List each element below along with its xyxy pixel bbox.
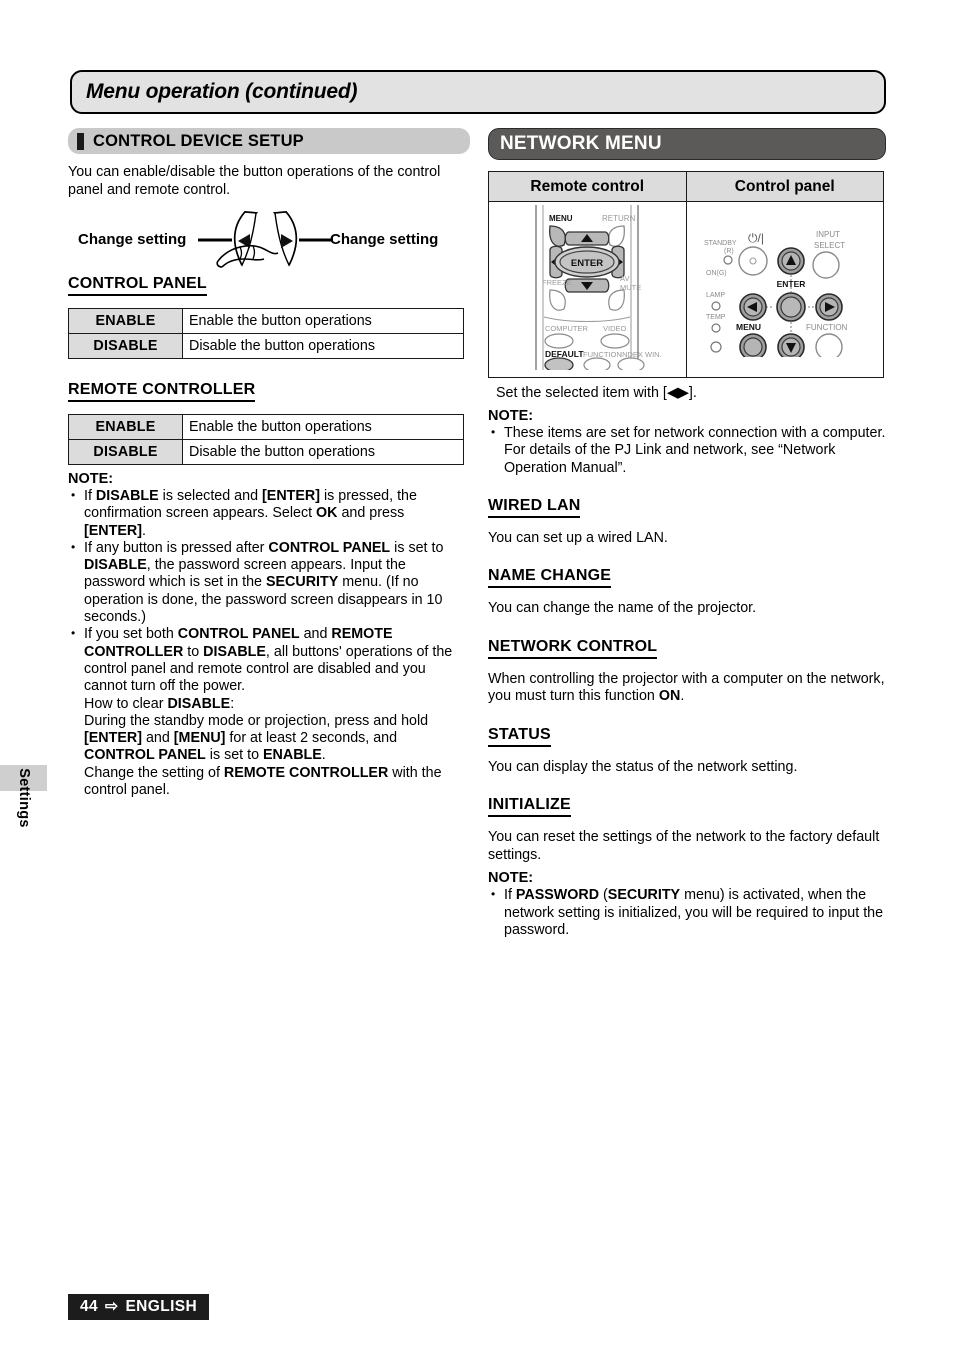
table-cell-value: Disable the button operations <box>182 439 464 465</box>
panel-label-lamp: LAMP <box>706 292 725 299</box>
list-item: If DISABLE is selected and [ENTER] is pr… <box>68 487 470 540</box>
panel-label-temp: TEMP <box>706 314 726 321</box>
change-setting-label-right: Change setting <box>330 231 439 248</box>
table-row: DISABLE Disable the button operations <box>68 333 464 359</box>
change-setting-label-left: Change setting <box>78 231 187 248</box>
note-list-right-bottom: If PASSWORD (SECURITY menu) is activated… <box>488 886 886 939</box>
subheading-network-control: NETWORK CONTROL <box>488 638 658 659</box>
table-row: DISABLE Disable the button operations <box>68 439 464 465</box>
list-item: These items are set for network connecti… <box>488 424 886 477</box>
section-header-label: NETWORK MENU <box>500 133 662 154</box>
subheading-status: STATUS <box>488 726 551 747</box>
list-item: If PASSWORD (SECURITY menu) is activated… <box>488 886 886 939</box>
remote-label-freeze: FREEZE <box>542 278 572 287</box>
control-device-setup-intro: You can enable/disable the button operat… <box>68 164 441 198</box>
body-initialize: You can reset the settings of the networ… <box>488 829 880 863</box>
panel-label-enter: ENTER <box>776 279 805 289</box>
subheading-name-change-wrap: NAME CHANGE <box>488 567 886 589</box>
remote-label-av: AV <box>620 274 629 283</box>
subheading-status-wrap: STATUS <box>488 726 886 747</box>
section-header-label: CONTROL DEVICE SETUP <box>93 131 304 150</box>
subheading-remote-controller: REMOTE CONTROLLER <box>68 381 256 402</box>
page-title: Menu operation (continued) <box>86 80 358 103</box>
arrow-buttons-hand-illustration <box>198 210 333 268</box>
body-status: You can display the status of the networ… <box>488 758 798 775</box>
table-cell-value: Disable the button operations <box>182 333 464 359</box>
table-cell-key: DISABLE <box>68 333 183 359</box>
table-cell-key: DISABLE <box>68 439 183 465</box>
page-title-bar: Menu operation (continued) <box>70 70 886 114</box>
subheading-initialize-wrap: INITIALIZE <box>488 796 886 818</box>
remote-label-function: FUNCTION <box>583 350 622 359</box>
change-setting-diagram: Change setting Change setting <box>68 209 470 271</box>
list-item: If any button is pressed after CONTROL P… <box>68 539 470 626</box>
subheading-wired-lan: WIRED LAN <box>488 497 581 518</box>
table-row: MENU RETURN ENTER FREEZE AV MUTE COMPUTE… <box>488 201 884 378</box>
remote-label-menu: MENU <box>549 214 573 223</box>
note-list-left: If DISABLE is selected and [ENTER] is pr… <box>68 487 470 696</box>
remote-label-default: DEFAULT <box>545 349 584 359</box>
table-header-remote-control: Remote control <box>488 171 687 202</box>
subheading-control-panel-wrap: CONTROL PANEL <box>68 275 470 296</box>
remote-label-index-win: INDEX WIN. <box>620 350 662 359</box>
body-network-control: When controlling the projector with a co… <box>488 670 885 705</box>
subheading-name-change: NAME CHANGE <box>488 567 612 589</box>
control-panel-illustration-cell: STANDBY (R) ON(G) LAMP TEMP ⏻/| INPUT SE… <box>685 201 884 378</box>
table-cell-value: Enable the button operations <box>182 414 464 440</box>
subheading-remote-controller-wrap: REMOTE CONTROLLER <box>68 381 470 402</box>
table-cell-key: ENABLE <box>68 414 183 440</box>
remote-label-enter: ENTER <box>571 258 603 269</box>
table-row: ENABLE Enable the button operations <box>68 414 464 440</box>
section-header-network-menu: NETWORK MENU <box>488 128 886 160</box>
remote-control-illustration-cell: MENU RETURN ENTER FREEZE AV MUTE COMPUTE… <box>488 201 687 378</box>
section-header-control-device-setup: CONTROL DEVICE SETUP <box>68 128 470 154</box>
control-panel-table: ENABLE Enable the button operations DISA… <box>68 308 464 359</box>
list-item: If you set both CONTROL PANEL and REMOTE… <box>68 625 470 695</box>
subheading-network-control-wrap: NETWORK CONTROL <box>488 638 886 659</box>
remote-controller-table-body: ENABLE Enable the button operations DISA… <box>68 414 464 465</box>
panel-label-menu: MENU <box>736 322 761 332</box>
note-subitem: During the standby mode or projection, p… <box>84 712 429 764</box>
right-column: NETWORK MENU Remote control Control pane… <box>488 128 886 939</box>
table-header-control-panel: Control panel <box>685 171 884 202</box>
table-header-row: Remote control Control panel <box>488 171 884 202</box>
device-illustration-table: Remote control Control panel MENU RETURN… <box>488 171 884 378</box>
footer-page-badge: 44 ⇨ ENGLISH <box>68 1294 210 1320</box>
panel-label-standby-color: (R) <box>724 248 734 255</box>
subheading-control-panel: CONTROL PANEL <box>68 275 207 296</box>
note-subitem: Change the setting of REMOTE CONTROLLER … <box>84 764 442 799</box>
body-name-change: You can change the name of the projector… <box>488 600 757 617</box>
footer-language-label: ENGLISH <box>125 1297 198 1315</box>
panel-power-symbol: ⏻/| <box>748 231 764 245</box>
note-title-right-top: NOTE: <box>488 408 534 424</box>
panel-label-standby: STANDBY <box>704 240 737 247</box>
remote-label-computer: COMPUTER <box>545 324 589 333</box>
table-cell-value: Enable the button operations <box>182 308 464 334</box>
set-selected-item-text: Set the selected item with [◀▶]. <box>496 385 697 401</box>
note-list-right-top: These items are set for network connecti… <box>488 424 886 477</box>
control-panel-illustration: STANDBY (R) ON(G) LAMP TEMP ⏻/| INPUT SE… <box>704 230 848 361</box>
note-title-right-bottom: NOTE: <box>488 870 534 887</box>
footer-page-number: 44 <box>80 1297 99 1315</box>
table-row: ENABLE Enable the button operations <box>68 308 464 334</box>
side-tab-label: Settings <box>16 768 32 828</box>
control-panel-table-body: ENABLE Enable the button operations DISA… <box>68 308 464 359</box>
note-title-left: NOTE: <box>68 471 114 487</box>
subheading-initialize: INITIALIZE <box>488 796 571 818</box>
panel-label-function: FUNCTION <box>806 323 848 332</box>
left-column: CONTROL DEVICE SETUP You can enable/disa… <box>68 128 470 799</box>
remote-label-return: RETURN <box>602 214 636 223</box>
table-cell-key: ENABLE <box>68 308 183 334</box>
note-subitem: How to clear DISABLE: <box>84 695 235 712</box>
panel-label-on: ON(G) <box>706 270 727 277</box>
remote-label-video: VIDEO <box>603 324 627 333</box>
panel-label-select: SELECT <box>814 241 845 250</box>
footer-arrow-icon: ⇨ <box>105 1298 119 1315</box>
remote-control-illustration: MENU RETURN ENTER FREEZE AV MUTE COMPUTE… <box>535 204 662 373</box>
remote-controller-table: ENABLE Enable the button operations DISA… <box>68 414 464 465</box>
panel-label-input: INPUT <box>816 230 840 239</box>
section-marker-icon <box>77 132 84 150</box>
subheading-wired-lan-wrap: WIRED LAN <box>488 497 886 518</box>
body-wired-lan: You can set up a wired LAN. <box>488 529 668 546</box>
